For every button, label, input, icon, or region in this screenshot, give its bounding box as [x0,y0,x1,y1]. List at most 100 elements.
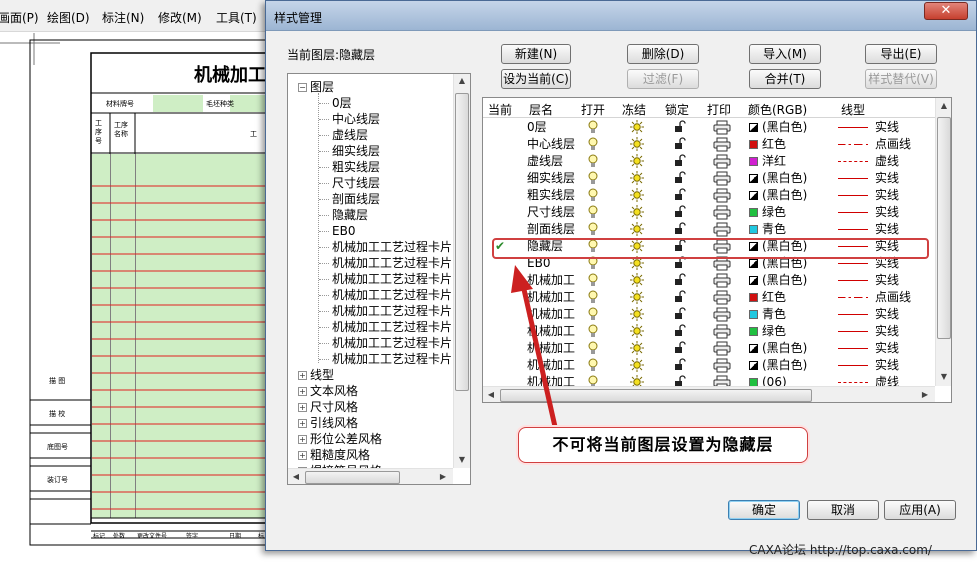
tree-layer-item[interactable]: EB0 [332,223,355,239]
layer-row[interactable]: 中心线层 红色 点画线 [483,136,935,153]
expand-icon[interactable]: + [298,403,307,412]
lock-icon[interactable] [673,307,687,324]
tree-layer-item[interactable]: 机械加工工艺过程卡片. [332,351,456,367]
tree-group-item[interactable]: 文本风格 [310,383,358,399]
tree-layer-item[interactable]: 机械加工工艺过程卡片. [332,335,456,351]
col-lock[interactable]: 锁定 [665,101,689,118]
color-swatch[interactable] [749,361,758,370]
menu-item-draw[interactable]: 绘图(D) [47,9,90,26]
color-swatch[interactable] [749,225,758,234]
color-swatch[interactable] [749,157,758,166]
menu-item-tools[interactable]: 工具(T) [216,9,257,26]
close-button[interactable]: ✕ [924,2,968,20]
filter-button[interactable]: 过滤(F) [627,69,699,89]
style-tree[interactable]: − 图层 0层 中心线层 虚线层 细实线层 粗实线层 尺寸线层 剖面线层 隐藏层 EB0 机械加工工艺… [287,73,471,485]
color-swatch[interactable] [749,259,758,268]
tree-vscroll-thumb[interactable] [455,93,469,391]
lock-icon[interactable] [673,188,687,205]
tree-layer-item[interactable]: 机械加工工艺过程卡片. [332,287,456,303]
tree-vscrollbar[interactable]: ▲ ▼ [453,74,470,468]
tree-layer-item[interactable]: 隐藏层 [332,207,368,223]
tree-hscrollbar[interactable]: ◀ ▶ [288,468,453,484]
menu-item-modify[interactable]: 修改(M) [158,9,202,26]
tree-group-item[interactable]: 引线风格 [310,415,358,431]
tree-group-item[interactable]: 粗糙度风格 [310,447,370,463]
dialog-titlebar[interactable]: 样式管理 ✕ [266,1,976,31]
lock-icon[interactable] [673,273,687,290]
scroll-right-icon[interactable]: ▶ [917,390,933,399]
tree-layer-item[interactable]: 机械加工工艺过程卡片. [332,319,456,335]
cancel-button[interactable]: 取消 [807,500,879,520]
scroll-left-icon[interactable]: ◀ [288,472,304,481]
apply-button[interactable]: 应用(A) [884,500,956,520]
scroll-left-icon[interactable]: ◀ [483,390,499,399]
tree-layer-item[interactable]: 机械加工工艺过程卡片. [332,303,456,319]
lock-icon[interactable] [673,341,687,358]
layer-row[interactable]: 细实线层 (黑白色) 实线 [483,170,935,187]
color-swatch[interactable] [749,327,758,336]
scroll-right-icon[interactable]: ▶ [435,472,451,481]
lock-icon[interactable] [673,171,687,188]
lock-icon[interactable] [673,205,687,222]
delete-button[interactable]: 删除(D) [627,44,699,64]
color-swatch[interactable] [749,191,758,200]
import-button[interactable]: 导入(M) [749,44,821,64]
new-button[interactable]: 新建(N) [501,44,571,64]
col-open[interactable]: 打开 [581,101,605,118]
tree-node-layers[interactable]: 图层 [310,79,334,95]
tree-layer-item[interactable]: 机械加工工艺过程卡片. [332,239,456,255]
color-swatch[interactable] [749,174,758,183]
tree-group-item[interactable]: 形位公差风格 [310,431,382,447]
tree-layer-item[interactable]: 尺寸线层 [332,175,380,191]
color-swatch[interactable] [749,123,758,132]
lock-icon[interactable] [673,358,687,375]
merge-button[interactable]: 合并(T) [749,69,821,89]
expand-icon[interactable]: + [298,419,307,428]
collapse-icon[interactable]: − [298,83,307,92]
layer-row[interactable]: 剖面线层 青色 实线 [483,221,935,238]
tree-layer-item[interactable]: 粗实线层 [332,159,380,175]
color-swatch[interactable] [749,140,758,149]
ok-button[interactable]: 确定 [728,500,800,520]
layer-row[interactable]: 0层 (黑白色) 实线 [483,119,935,136]
color-swatch[interactable] [749,293,758,302]
lock-icon[interactable] [673,222,687,239]
export-button[interactable]: 导出(E) [865,44,937,64]
lock-icon[interactable] [673,290,687,307]
col-freeze[interactable]: 冻结 [622,101,646,118]
tree-layer-item[interactable]: 机械加工工艺过程卡片. [332,271,456,287]
lock-icon[interactable] [673,324,687,341]
tree-layer-item[interactable]: 剖面线层 [332,191,380,207]
set-current-button[interactable]: 设为当前(C) [501,69,571,89]
cad-drawing-area[interactable]: 机械加工 材料牌号 毛坯种类 工 工序号 工序名称 描 图 描 校 底图号 装订… [0,33,280,563]
scroll-down-icon[interactable]: ▼ [454,455,470,464]
expand-icon[interactable]: + [298,451,307,460]
expand-icon[interactable]: + [298,435,307,444]
expand-icon[interactable]: + [298,371,307,380]
tree-layer-item[interactable]: 中心线层 [332,111,380,127]
tree-layer-item[interactable]: 细实线层 [332,143,380,159]
color-swatch[interactable] [749,276,758,285]
color-swatch[interactable] [749,344,758,353]
col-name[interactable]: 层名 [529,101,553,118]
scroll-down-icon[interactable]: ▼ [936,372,951,381]
col-print[interactable]: 打印 [707,101,731,118]
menu-item-view[interactable]: 画面(P) [0,9,39,26]
color-swatch[interactable] [749,310,758,319]
scroll-up-icon[interactable]: ▲ [454,76,470,85]
menu-item-dimension[interactable]: 标注(N) [102,9,144,26]
tree-group-item[interactable]: 线型 [310,367,334,383]
list-vscrollbar[interactable]: ▲ ▼ [935,98,951,386]
tree-layer-item[interactable]: 机械加工工艺过程卡片. [332,255,456,271]
col-color[interactable]: 颜色(RGB) [748,101,807,118]
lock-icon[interactable] [673,154,687,171]
tree-group-item[interactable]: 尺寸风格 [310,399,358,415]
col-linetype[interactable]: 线型 [841,101,865,118]
layer-row[interactable]: 尺寸线层 绿色 实线 [483,204,935,221]
layer-row[interactable]: 虚线层 洋红 虚线 [483,153,935,170]
color-swatch[interactable] [749,208,758,217]
col-current[interactable]: 当前 [488,101,512,118]
scroll-up-icon[interactable]: ▲ [936,101,951,110]
lock-icon[interactable] [673,137,687,154]
tree-layer-item[interactable]: 0层 [332,95,352,111]
